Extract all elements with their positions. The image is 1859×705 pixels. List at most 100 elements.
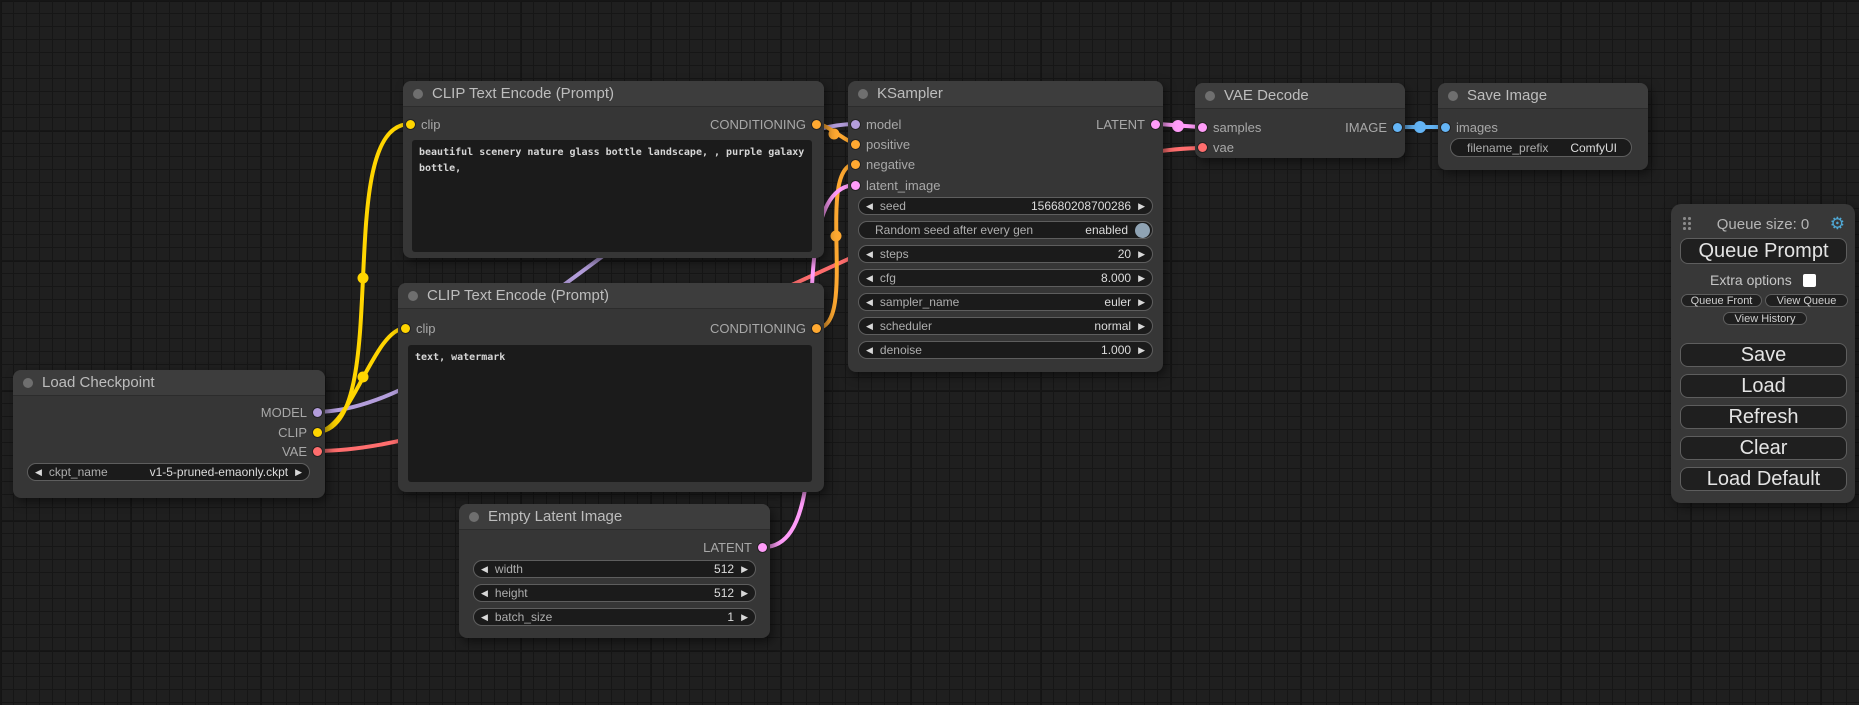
- node-title-bar[interactable]: CLIP Text Encode (Prompt): [403, 81, 824, 107]
- increment-icon[interactable]: ▶: [1138, 274, 1145, 283]
- conditioning-port-dot-icon[interactable]: [851, 160, 860, 169]
- collapse-dot-icon[interactable]: [408, 291, 418, 301]
- input-port-latent-image[interactable]: latent_image: [851, 178, 940, 193]
- load-button[interactable]: Load: [1680, 374, 1847, 398]
- load-default-button[interactable]: Load Default: [1680, 467, 1847, 491]
- output-port-latent[interactable]: LATENT: [1096, 117, 1160, 132]
- increment-icon[interactable]: ▶: [741, 613, 748, 622]
- widget-height[interactable]: ◀ height 512 ▶: [473, 584, 756, 602]
- decrement-icon[interactable]: ◀: [866, 298, 873, 307]
- node-title-bar[interactable]: Save Image: [1438, 83, 1648, 109]
- increment-icon[interactable]: ▶: [1138, 322, 1145, 331]
- increment-icon[interactable]: ▶: [295, 468, 302, 477]
- link-midpoint-dot[interactable]: [358, 273, 369, 284]
- collapse-dot-icon[interactable]: [1205, 91, 1215, 101]
- output-port-latent[interactable]: LATENT: [703, 540, 767, 555]
- image-port-dot-icon[interactable]: [1441, 123, 1450, 132]
- refresh-button[interactable]: Refresh: [1680, 405, 1847, 429]
- model-port-dot-icon[interactable]: [851, 120, 860, 129]
- increment-icon[interactable]: ▶: [1138, 250, 1145, 259]
- input-port-negative[interactable]: negative: [851, 157, 915, 172]
- decrement-icon[interactable]: ◀: [481, 589, 488, 598]
- latent-port-dot-icon[interactable]: [1151, 120, 1160, 129]
- queue-prompt-button[interactable]: Queue Prompt: [1680, 238, 1847, 264]
- input-port-positive[interactable]: positive: [851, 137, 910, 152]
- node-title-bar[interactable]: VAE Decode: [1195, 83, 1405, 109]
- latent-port-dot-icon[interactable]: [851, 181, 860, 190]
- input-port-vae[interactable]: vae: [1198, 140, 1234, 155]
- widget-denoise[interactable]: ◀ denoise 1.000 ▶: [858, 341, 1153, 359]
- latent-port-dot-icon[interactable]: [758, 543, 767, 552]
- vae-port-dot-icon[interactable]: [1198, 143, 1207, 152]
- input-port-clip[interactable]: clip: [406, 117, 441, 132]
- input-port-images[interactable]: images: [1441, 120, 1498, 135]
- node-vae-decode[interactable]: VAE Decode samples vae IMAGE: [1195, 83, 1405, 158]
- latent-port-dot-icon[interactable]: [1198, 123, 1207, 132]
- node-title-bar[interactable]: Load Checkpoint: [13, 370, 325, 396]
- output-port-image[interactable]: IMAGE: [1345, 120, 1402, 135]
- increment-icon[interactable]: ▶: [1138, 298, 1145, 307]
- extra-options-checkbox[interactable]: [1803, 274, 1816, 287]
- increment-icon[interactable]: ▶: [741, 565, 748, 574]
- toggle-knob-icon[interactable]: [1135, 223, 1150, 238]
- collapse-dot-icon[interactable]: [858, 89, 868, 99]
- widget-scheduler[interactable]: ◀ scheduler normal ▶: [858, 317, 1153, 335]
- clip-port-dot-icon[interactable]: [313, 428, 322, 437]
- decrement-icon[interactable]: ◀: [866, 202, 873, 211]
- model-port-dot-icon[interactable]: [313, 408, 322, 417]
- node-title-bar[interactable]: KSampler: [848, 81, 1163, 107]
- clip-port-dot-icon[interactable]: [406, 120, 415, 129]
- prompt-textarea[interactable]: beautiful scenery nature glass bottle la…: [412, 140, 812, 252]
- conditioning-port-dot-icon[interactable]: [851, 140, 860, 149]
- collapse-dot-icon[interactable]: [469, 512, 479, 522]
- increment-icon[interactable]: ▶: [741, 589, 748, 598]
- input-port-clip[interactable]: clip: [401, 321, 436, 336]
- node-clip-text-encode-positive[interactable]: CLIP Text Encode (Prompt) clip CONDITION…: [403, 81, 824, 258]
- decrement-icon[interactable]: ◀: [866, 322, 873, 331]
- vae-port-dot-icon[interactable]: [313, 447, 322, 456]
- input-port-model[interactable]: model: [851, 117, 901, 132]
- decrement-icon[interactable]: ◀: [35, 468, 42, 477]
- settings-gear-icon[interactable]: ⚙: [1830, 215, 1845, 232]
- output-port-conditioning[interactable]: CONDITIONING: [710, 321, 821, 336]
- conditioning-port-dot-icon[interactable]: [812, 324, 821, 333]
- save-button[interactable]: Save: [1680, 343, 1847, 367]
- conditioning-port-dot-icon[interactable]: [812, 120, 821, 129]
- clip-port-dot-icon[interactable]: [401, 324, 410, 333]
- widget-sampler-name[interactable]: ◀ sampler_name euler ▶: [858, 293, 1153, 311]
- view-queue-button[interactable]: View Queue: [1765, 294, 1848, 307]
- node-save-image[interactable]: Save Image images filename_prefix ComfyU…: [1438, 83, 1648, 170]
- decrement-icon[interactable]: ◀: [866, 346, 873, 355]
- decrement-icon[interactable]: ◀: [481, 613, 488, 622]
- output-port-clip[interactable]: CLIP: [278, 425, 322, 440]
- clear-button[interactable]: Clear: [1680, 436, 1847, 460]
- image-port-dot-icon[interactable]: [1393, 123, 1402, 132]
- link-midpoint-dot[interactable]: [829, 129, 840, 140]
- collapse-dot-icon[interactable]: [413, 89, 423, 99]
- widget-filename-prefix[interactable]: filename_prefix ComfyUI: [1450, 138, 1632, 157]
- widget-batch-size[interactable]: ◀ batch_size 1 ▶: [473, 608, 756, 626]
- link-midpoint-dot[interactable]: [831, 231, 842, 242]
- link-midpoint-dot[interactable]: [1414, 121, 1426, 133]
- widget-cfg[interactable]: ◀ cfg 8.000 ▶: [858, 269, 1153, 287]
- node-clip-text-encode-negative[interactable]: CLIP Text Encode (Prompt) clip CONDITION…: [398, 283, 824, 492]
- node-load-checkpoint[interactable]: Load Checkpoint MODEL CLIP VAE ◀ ckpt_na…: [13, 370, 325, 498]
- increment-icon[interactable]: ▶: [1138, 346, 1145, 355]
- view-history-button[interactable]: View History: [1723, 312, 1807, 325]
- input-port-samples[interactable]: samples: [1198, 120, 1261, 135]
- decrement-icon[interactable]: ◀: [866, 274, 873, 283]
- decrement-icon[interactable]: ◀: [866, 250, 873, 259]
- queue-front-button[interactable]: Queue Front: [1681, 294, 1762, 307]
- node-title-bar[interactable]: Empty Latent Image: [459, 504, 770, 530]
- node-empty-latent-image[interactable]: Empty Latent Image LATENT ◀ width 512 ▶ …: [459, 504, 770, 638]
- collapse-dot-icon[interactable]: [23, 378, 33, 388]
- output-port-model[interactable]: MODEL: [261, 405, 322, 420]
- prompt-textarea[interactable]: text, watermark: [408, 345, 812, 482]
- link-midpoint-dot[interactable]: [358, 372, 369, 383]
- node-title-bar[interactable]: CLIP Text Encode (Prompt): [398, 283, 824, 309]
- widget-width[interactable]: ◀ width 512 ▶: [473, 560, 756, 578]
- increment-icon[interactable]: ▶: [1138, 202, 1145, 211]
- widget-random-seed-toggle[interactable]: Random seed after every gen enabled: [858, 221, 1153, 239]
- output-port-vae[interactable]: VAE: [282, 444, 322, 459]
- widget-steps[interactable]: ◀ steps 20 ▶: [858, 245, 1153, 263]
